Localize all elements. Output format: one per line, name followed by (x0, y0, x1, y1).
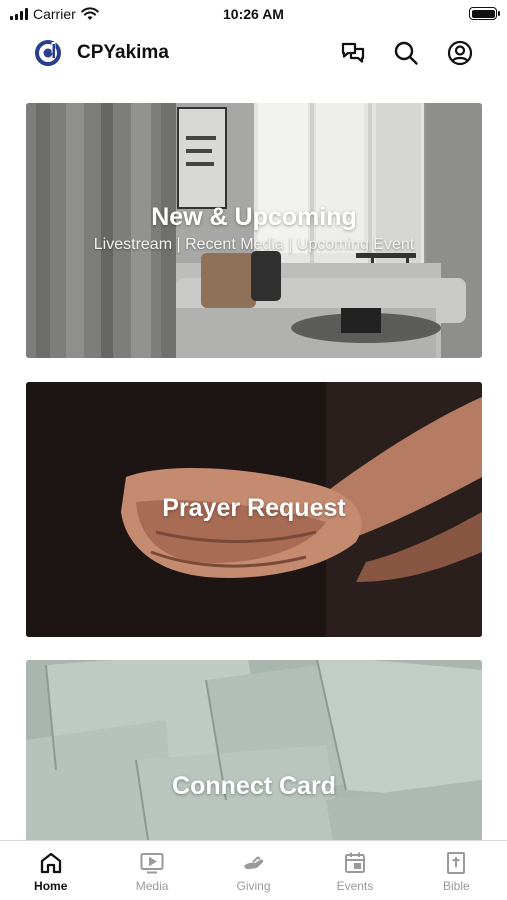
giving-hand-icon (243, 856, 263, 869)
app-header: CPYakima (0, 34, 507, 74)
tab-label: Giving (236, 879, 271, 893)
prayer-request-card[interactable]: Prayer Request (26, 382, 482, 637)
app-title: CPYakima (77, 42, 169, 63)
play-screen-icon (140, 853, 164, 874)
bible-book-icon (447, 852, 466, 874)
chat-button[interactable] (339, 39, 367, 67)
card-title: New & Upcoming (151, 203, 357, 231)
card-3-text: Connect Card (26, 772, 482, 801)
card-2-text: Prayer Request (26, 494, 482, 523)
tab-bible[interactable]: Bible (406, 841, 507, 900)
tab-media[interactable]: Media (101, 841, 202, 900)
tab-label: Bible (442, 879, 470, 893)
status-bar: Carrier 10:26 AM (0, 0, 507, 28)
tab-giving[interactable]: Giving (203, 841, 304, 900)
battery-icon (469, 7, 500, 20)
tab-events[interactable]: Events (304, 841, 405, 900)
connect-card-card[interactable]: Connect Card (26, 660, 482, 860)
user-circle-icon (447, 40, 473, 66)
card-1-text: New & Upcoming Livestream | Recent Media… (26, 203, 482, 254)
tab-label: Events (336, 879, 374, 893)
search-button[interactable] (392, 39, 420, 67)
bottom-tab-bar: Home Media Giving Events Bible (0, 840, 507, 900)
app-logo-icon (35, 40, 61, 66)
calendar-icon (344, 852, 365, 873)
account-button[interactable] (446, 39, 474, 67)
new-upcoming-card[interactable]: New & Upcoming Livestream | Recent Media… (26, 103, 482, 358)
search-icon (394, 41, 418, 65)
tab-label: Home (34, 879, 68, 893)
status-time: 10:26 AM (223, 6, 284, 22)
tab-home[interactable]: Home (0, 841, 101, 900)
card-title: Connect Card (172, 772, 336, 800)
card-subtitle: Livestream | Recent Media | Upcoming Eve… (93, 236, 415, 253)
tab-label: Media (135, 879, 169, 893)
home-icon (40, 852, 61, 874)
paper-cards-image (26, 660, 482, 860)
card-title: Prayer Request (162, 494, 346, 522)
chat-bubbles-icon (341, 42, 365, 63)
